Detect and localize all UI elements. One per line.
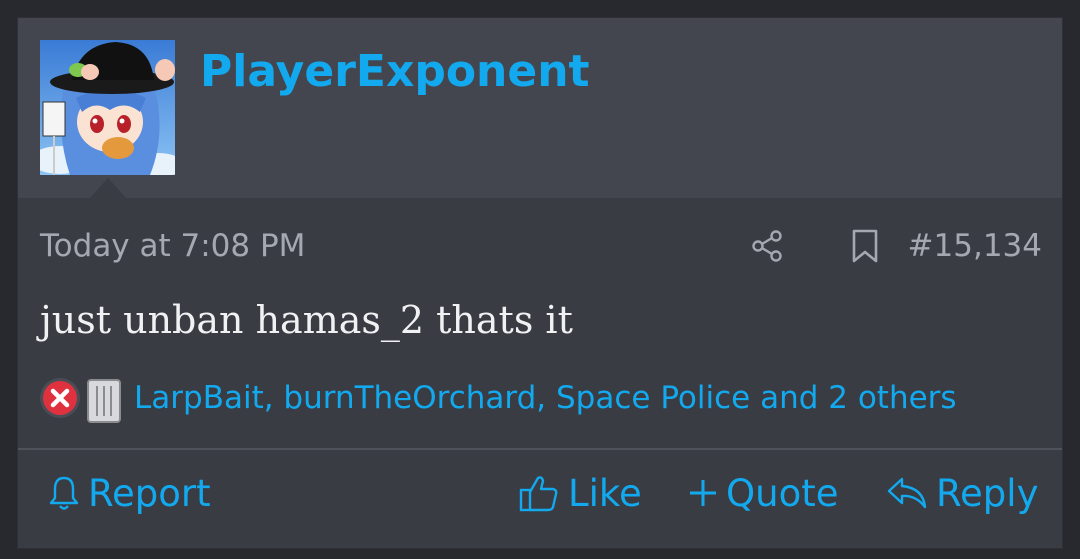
plus-icon bbox=[690, 480, 716, 506]
post-meta-row: Today at 7:08 PM #15,134 bbox=[40, 224, 1042, 268]
avatar[interactable] bbox=[40, 40, 175, 175]
quote-label: Quote bbox=[726, 471, 839, 515]
thumbs-up-icon bbox=[519, 476, 558, 512]
quote-button[interactable]: Quote bbox=[688, 468, 838, 518]
bell-icon bbox=[49, 476, 79, 510]
post-timestamp[interactable]: Today at 7:08 PM bbox=[40, 228, 305, 264]
post-number[interactable]: #15,134 bbox=[908, 228, 1042, 264]
post-header: PlayerExponent bbox=[18, 18, 1062, 198]
avatar-image bbox=[40, 40, 175, 175]
reply-label: Reply bbox=[936, 471, 1039, 515]
forum-post: PlayerExponent Today at 7:08 PM #15,134 … bbox=[17, 17, 1063, 549]
trash-reaction-icon bbox=[87, 379, 121, 423]
share-icon[interactable] bbox=[749, 228, 785, 264]
post-actions: Report Like Quote Reply bbox=[18, 450, 1062, 550]
post-body: just unban hamas_2 thats it bbox=[40, 298, 573, 342]
reply-button[interactable]: Reply bbox=[886, 468, 1038, 518]
bookmark-icon[interactable] bbox=[850, 228, 880, 264]
x-reaction-icon bbox=[40, 378, 80, 418]
reactions-bar[interactable]: LarpBait, burnTheOrchard, Space Police a… bbox=[38, 374, 1048, 424]
like-label: Like bbox=[568, 471, 642, 515]
report-button[interactable]: Report bbox=[48, 468, 211, 518]
username[interactable]: PlayerExponent bbox=[200, 46, 590, 97]
avatar-pointer bbox=[90, 178, 126, 198]
page-background: PlayerExponent Today at 7:08 PM #15,134 … bbox=[0, 0, 1080, 559]
reply-arrow-icon bbox=[887, 477, 927, 509]
reactors-list[interactable]: LarpBait, burnTheOrchard, Space Police a… bbox=[134, 380, 957, 416]
like-button[interactable]: Like bbox=[518, 468, 642, 518]
report-label: Report bbox=[88, 471, 211, 515]
